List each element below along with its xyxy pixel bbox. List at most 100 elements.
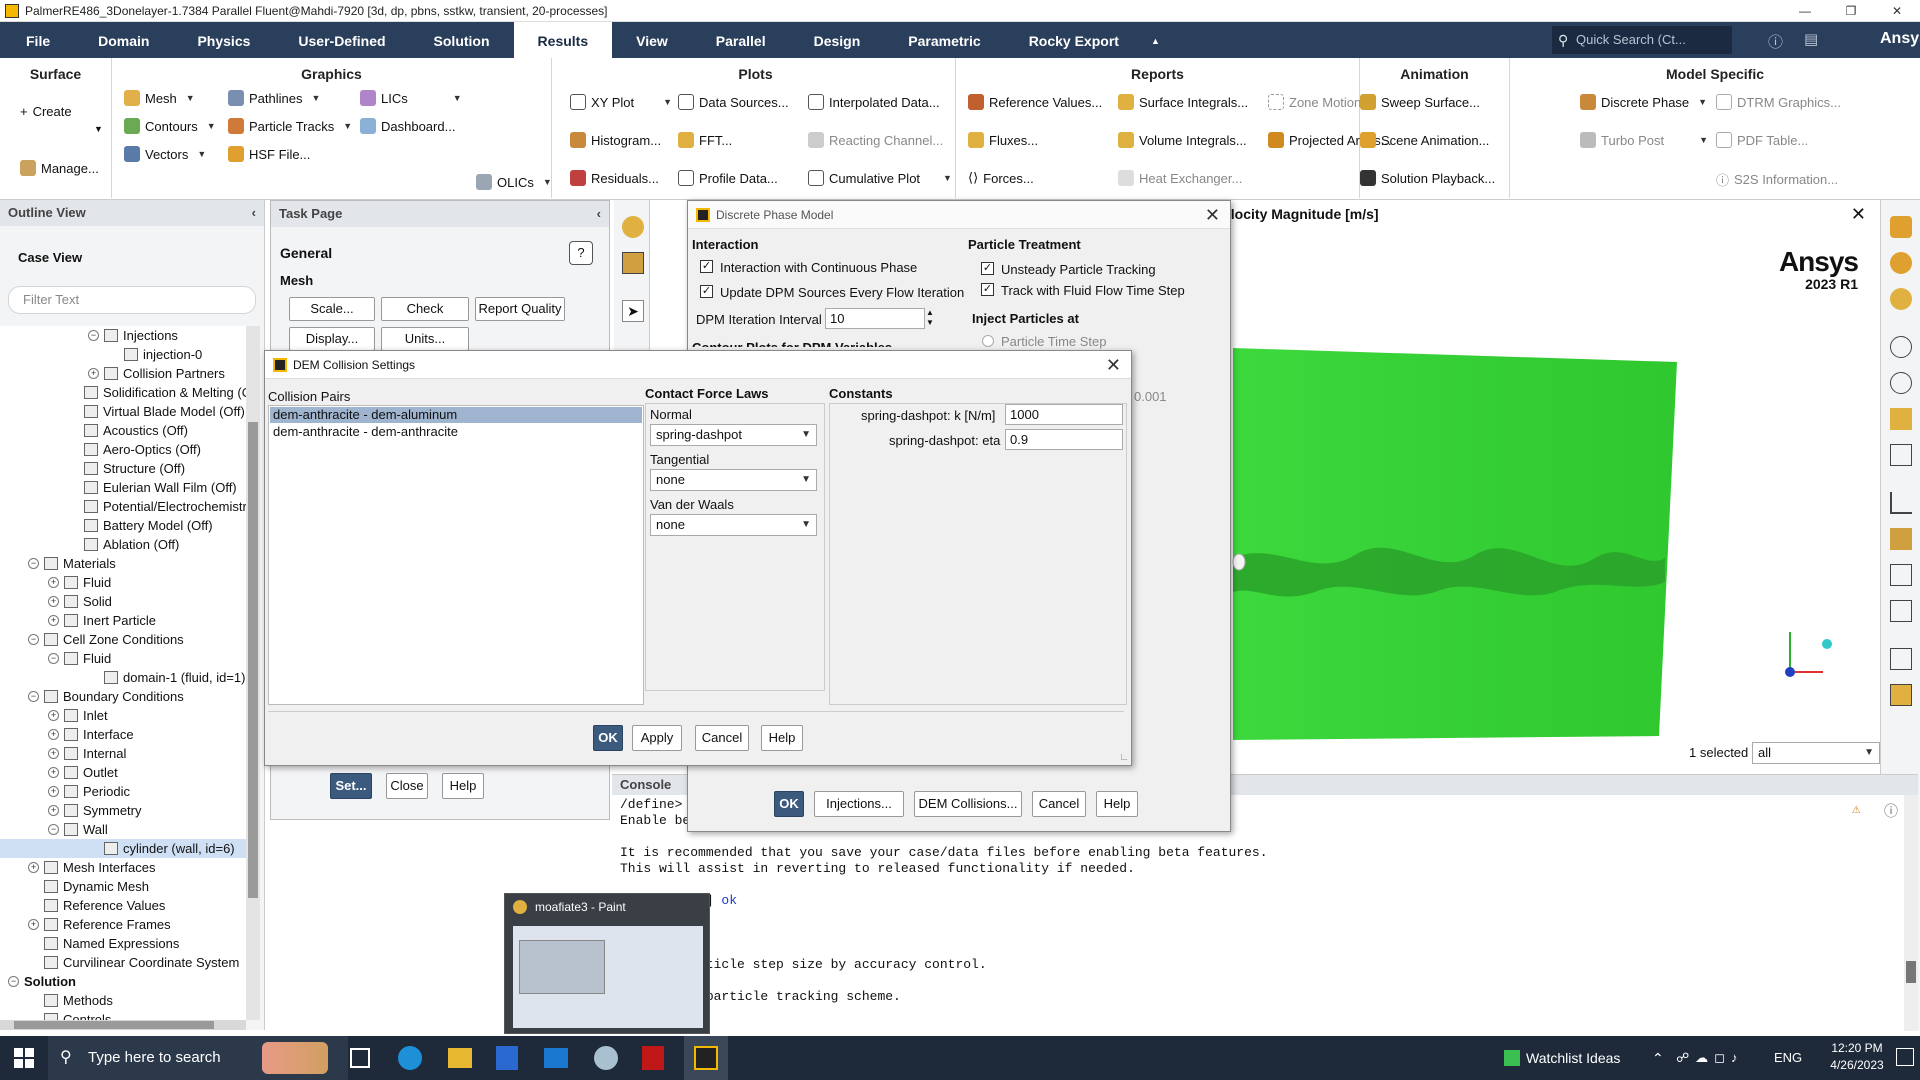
tree-scrollbar[interactable] [246,326,260,1020]
tree-item[interactable]: + Periodic [0,782,246,801]
pdf-table-button[interactable]: PDF Table... [1716,132,1808,148]
particle-time-step-radio[interactable] [982,335,994,347]
tree-item[interactable]: Controls [0,1010,246,1020]
pointer-icon[interactable]: ➤ [622,300,644,322]
annotate-icon[interactable] [1890,564,1912,586]
reference-values-button[interactable]: Reference Values... [968,94,1102,110]
graphics-window[interactable]: elocity Magnitude [m/s] ✕ Ansys 2023 R1 … [1215,200,1880,764]
tree-item[interactable]: Eulerian Wall Film (Off) [0,478,246,497]
warning-icon[interactable]: ⚠ [1852,801,1860,818]
tree-item[interactable]: domain-1 (fluid, id=1) [0,668,246,687]
olics-button[interactable]: OLICs ▼ [476,174,552,190]
manage-button[interactable]: Manage... [20,160,99,176]
report-quality-button[interactable]: Report Quality [475,297,565,321]
axes-icon[interactable] [1890,492,1912,514]
acrobat-icon[interactable] [642,1046,664,1070]
quick-search-input[interactable]: ⚲ Quick Search (Ct... [1552,26,1732,54]
display-button[interactable]: Display... [289,327,375,351]
tree-item[interactable]: Named Expressions [0,934,246,953]
interpolated-data-button[interactable]: Interpolated Data... [808,94,940,110]
dpm-interval-spinner[interactable]: ▲ ▼ [924,308,936,329]
tree-item[interactable]: + Inlet [0,706,246,725]
data-sources-button[interactable]: Data Sources... [678,94,789,110]
collapse-icon[interactable]: − [48,824,59,835]
selection-filter-select[interactable]: all ▼ [1752,742,1880,764]
legend-icon[interactable] [1890,600,1912,622]
menu-design[interactable]: Design [790,22,885,58]
console-scrollbar[interactable] [1904,795,1918,1031]
collapse-icon[interactable]: − [28,558,39,569]
expand-icon[interactable]: + [48,748,59,759]
expand-icon[interactable]: + [88,368,99,379]
reacting-channel-button[interactable]: Reacting Channel... [808,132,943,148]
profile-data-button[interactable]: Profile Data... [678,170,778,186]
collapse-left-icon[interactable]: ‹ [252,200,256,226]
collapse-icon[interactable]: − [28,634,39,645]
tree-item[interactable]: Aero-Optics (Off) [0,440,246,459]
visibility-icon[interactable] [1890,336,1912,358]
expand-icon[interactable]: + [48,710,59,721]
expand-icon[interactable]: + [48,577,59,588]
collision-pairs-list[interactable]: dem-anthracite - dem-aluminum dem-anthrac… [268,405,644,705]
menu-domain[interactable]: Domain [74,22,173,58]
histogram-button[interactable]: Histogram... [570,132,661,148]
close-button[interactable]: Close [386,773,428,799]
dashboard-button[interactable]: Dashboard... [360,118,455,134]
expand-icon[interactable]: + [48,767,59,778]
collapse-icon[interactable]: − [8,976,19,987]
task-view-icon[interactable] [350,1048,370,1068]
notification-icon[interactable] [1896,1048,1914,1066]
tree-item[interactable]: cylinder (wall, id=6) [0,839,246,858]
display-options-icon[interactable] [622,252,644,274]
menu-user-defined[interactable]: User-Defined [274,22,409,58]
forces-button[interactable]: ⟨⟩ Forces... [968,170,1034,186]
tray-icons[interactable]: ☍☁◻♪ [1676,1036,1743,1080]
tree-hscrollbar[interactable] [0,1020,246,1030]
expand-icon[interactable]: + [48,615,59,626]
info-icon[interactable]: ⓘ [1884,801,1898,821]
tree-item[interactable]: + Mesh Interfaces [0,858,246,877]
discrete-phase-button[interactable]: Discrete Phase ▼ [1580,94,1707,110]
undo-view-icon[interactable] [1890,444,1912,466]
volume-integrals-button[interactable]: Volume Integrals... [1118,132,1247,148]
dpm-interval-input[interactable]: 10 [825,308,925,329]
menu-parallel[interactable]: Parallel [692,22,790,58]
update-dpm-sources-checkbox[interactable]: ✓ [700,285,713,298]
cumulative-plot-button[interactable]: Cumulative Plot ▼ [808,170,952,186]
tree-item[interactable]: + Outlet [0,763,246,782]
collapse-icon[interactable]: − [88,330,99,341]
fluxes-button[interactable]: Fluxes... [968,132,1038,148]
tray-chevron-icon[interactable]: ⌃ [1652,1036,1664,1080]
watchlist-icon[interactable] [1504,1050,1520,1066]
menu-results[interactable]: Results [513,22,613,58]
language-indicator[interactable]: ENG [1774,1036,1802,1080]
tree-item[interactable]: + Internal [0,744,246,763]
help-icon[interactable]: ? [569,241,593,265]
interaction-continuous-checkbox[interactable]: ✓ [700,260,713,273]
fft-button[interactable]: FFT... [678,132,732,148]
expand-icon[interactable]: + [48,805,59,816]
surface-integrals-button[interactable]: Surface Integrals... [1118,94,1248,110]
expand-icon[interactable]: + [28,862,39,873]
dem-collisions-button[interactable]: DEM Collisions... [914,791,1022,817]
snapshot-icon[interactable] [1890,684,1912,706]
tree-item[interactable]: Ablation (Off) [0,535,246,554]
console-scrollbar-thumb[interactable] [1906,961,1916,983]
spring-eta-input[interactable]: 0.9 [1005,429,1123,450]
tree-item[interactable]: + Collision Partners [0,364,246,383]
tree-item[interactable]: − Solution [0,972,246,991]
close-icon[interactable]: ✕ [1205,201,1220,229]
tree-item[interactable]: Virtual Blade Model (Off) [0,402,246,421]
store-icon[interactable] [496,1046,518,1070]
tree-item[interactable]: + Fluid [0,573,246,592]
tree-item[interactable]: Battery Model (Off) [0,516,246,535]
residuals-button[interactable]: Residuals... [570,170,659,186]
collapse-left-icon[interactable]: ‹ [597,201,601,227]
filter-text-input[interactable]: Filter Text [8,286,256,314]
scene-animation-button[interactable]: Scene Animation... [1360,132,1489,148]
tree-item[interactable]: + Symmetry [0,801,246,820]
collision-pair-item[interactable]: dem-anthracite - dem-aluminum [270,407,642,423]
tree-item[interactable]: + Interface [0,725,246,744]
clock-date[interactable]: 4/26/2023 [1822,1058,1892,1072]
menu-view[interactable]: View [612,22,692,58]
